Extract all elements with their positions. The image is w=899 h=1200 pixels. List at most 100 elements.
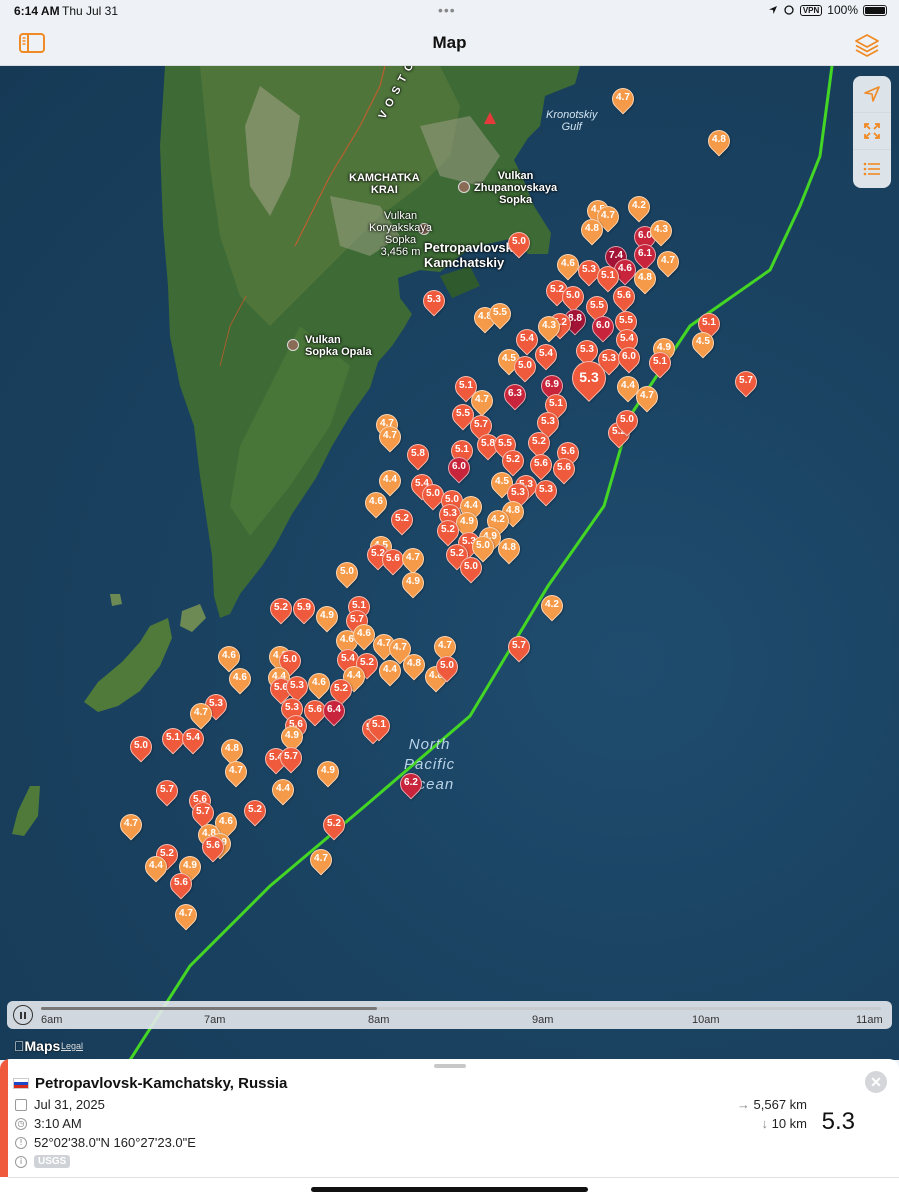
earthquake-marker[interactable]: 4.9 xyxy=(311,601,343,634)
earthquake-marker[interactable]: 5.0 xyxy=(331,557,363,590)
earthquake-marker[interactable]: 5.2 xyxy=(386,504,418,537)
sheet-grabber[interactable] xyxy=(434,1064,466,1068)
earthquake-detail-panel[interactable]: Petropavlovsk-Kamchatsky, Russia Jul 31,… xyxy=(0,1059,899,1200)
marker-magnitude: 5.2 xyxy=(441,524,455,535)
earthquake-marker[interactable]: 4.3 xyxy=(533,311,565,344)
earthquake-marker[interactable]: 5.1 xyxy=(157,723,189,756)
earthquake-marker[interactable]: 4.8 xyxy=(703,125,735,158)
fit-bounds-icon[interactable] xyxy=(853,113,891,150)
earthquake-marker[interactable]: 5.0 xyxy=(611,405,643,438)
marker-magnitude: 4.8 xyxy=(585,223,599,234)
earthquake-marker[interactable]: 4.6 xyxy=(552,249,584,282)
marker-magnitude: 5.1 xyxy=(653,356,667,367)
earthquake-marker[interactable]: 6.0 xyxy=(443,452,475,485)
earthquake-marker[interactable]: 4.7 xyxy=(115,809,147,842)
earthquake-marker[interactable]: 6.2 xyxy=(395,768,427,801)
earthquake-marker[interactable]: 5.2 xyxy=(318,809,350,842)
battery-icon xyxy=(863,4,887,16)
earthquake-marker[interactable]: 4.6 xyxy=(360,487,392,520)
multitasking-dots-icon[interactable]: ••• xyxy=(438,2,456,18)
earthquake-marker[interactable]: 4.2 xyxy=(623,191,655,224)
timeline-track[interactable] xyxy=(41,1007,881,1010)
earthquake-marker[interactable]: 5.3 xyxy=(530,475,562,508)
earthquake-marker[interactable]: 6.0 xyxy=(613,342,645,375)
earthquake-marker[interactable]: 5.3 xyxy=(418,285,450,318)
earthquake-marker[interactable]: 5.8 xyxy=(402,439,434,472)
earthquake-marker[interactable]: 5.9 xyxy=(288,593,320,626)
earthquake-marker[interactable]: 5.7 xyxy=(503,631,535,664)
earthquake-marker[interactable]: 4.6 xyxy=(348,619,380,652)
close-icon[interactable]: ✕ xyxy=(865,1071,887,1093)
marker-magnitude: 4.7 xyxy=(438,640,452,651)
earthquake-marker[interactable]: 4.7 xyxy=(631,381,663,414)
earthquake-marker[interactable]: 4.7 xyxy=(652,246,684,279)
earthquake-marker[interactable]: 5.1 xyxy=(363,710,395,743)
source-row: i USGS xyxy=(15,1155,71,1168)
earthquake-marker[interactable]: 5.1 xyxy=(644,347,676,380)
map-label-kronotskiy: Kronotskiy Gulf xyxy=(546,109,598,133)
pause-button[interactable] xyxy=(13,1005,33,1025)
home-indicator[interactable] xyxy=(311,1187,588,1192)
marker-magnitude: 6.9 xyxy=(545,379,559,390)
marker-magnitude: 5.7 xyxy=(284,751,298,762)
earthquake-marker[interactable]: 5.4 xyxy=(530,339,562,372)
marker-magnitude: 4.7 xyxy=(383,430,397,441)
earthquake-marker[interactable]: 6.4 xyxy=(318,695,350,728)
page-title: Map xyxy=(432,33,467,52)
earthquake-marker[interactable]: 4.7 xyxy=(607,83,639,116)
earthquake-marker[interactable]: 4.6 xyxy=(303,668,335,701)
earthquake-marker[interactable]: 5.2 xyxy=(265,593,297,626)
location-arrow-icon[interactable] xyxy=(853,76,891,113)
selected-earthquake-marker[interactable]: 5.3 xyxy=(564,353,614,403)
earthquake-marker[interactable]: 4.5 xyxy=(687,327,719,360)
earthquake-marker[interactable]: 4.7 xyxy=(305,844,337,877)
earthquake-marker[interactable]: 5.6 xyxy=(197,831,229,864)
earthquake-marker[interactable]: 4.6 xyxy=(224,663,256,696)
earthquake-marker[interactable]: 4.9 xyxy=(397,567,429,600)
earthquake-marker[interactable]: 4.7 xyxy=(220,756,252,789)
earthquake-marker[interactable]: 6.3 xyxy=(499,379,531,412)
location-pin-icon: ! xyxy=(15,1136,27,1149)
earthquake-marker[interactable]: 5.0 xyxy=(455,552,487,585)
marker-magnitude: 5.6 xyxy=(557,462,571,473)
earthquake-marker[interactable]: 5.7 xyxy=(151,775,183,808)
marker-magnitude: 5.7 xyxy=(160,784,174,795)
marker-magnitude: 4.7 xyxy=(194,707,208,718)
earthquake-marker[interactable]: 5.0 xyxy=(431,651,463,684)
status-time: 6:14 AM xyxy=(14,4,60,18)
earthquake-marker[interactable]: 5.0 xyxy=(503,227,535,260)
marker-magnitude: 5.1 xyxy=(601,270,615,281)
apple-maps-logo: Maps xyxy=(14,1038,60,1054)
layers-icon[interactable] xyxy=(853,32,881,57)
marker-magnitude: 5.7 xyxy=(512,640,526,651)
earthquake-marker[interactable]: 5.4 xyxy=(177,723,209,756)
earthquake-marker[interactable]: 4.8 xyxy=(398,649,430,682)
map-view[interactable]: VOSTOK KAMCHATKA KRAI Vulkan Zhupanovska… xyxy=(0,66,899,1060)
earthquake-marker[interactable]: 4.7 xyxy=(170,899,202,932)
earthquake-marker[interactable]: 5.7 xyxy=(275,742,307,775)
earthquake-marker[interactable]: 5.0 xyxy=(509,351,541,384)
list-icon[interactable] xyxy=(853,150,891,187)
earthquake-marker[interactable]: 5.7 xyxy=(730,366,762,399)
earthquake-marker[interactable]: 5.5 xyxy=(484,298,516,331)
earthquake-marker[interactable]: 4.4 xyxy=(140,851,172,884)
earthquake-marker[interactable]: 5.0 xyxy=(125,731,157,764)
earthquake-marker[interactable]: 4.9 xyxy=(312,756,344,789)
legal-link[interactable]: Legal xyxy=(61,1041,83,1051)
marker-magnitude: 4.2 xyxy=(491,514,505,525)
earthquake-marker[interactable]: 4.4 xyxy=(374,655,406,688)
earthquake-marker[interactable]: 5.6 xyxy=(377,544,409,577)
source-badge[interactable]: USGS xyxy=(34,1155,71,1168)
status-indicators: VPN 100% xyxy=(768,3,887,17)
earthquake-marker[interactable]: 5.2 xyxy=(239,795,271,828)
earthquake-marker[interactable]: 4.2 xyxy=(536,590,568,623)
earthquake-marker[interactable]: 4.7 xyxy=(374,421,406,454)
earthquake-magnitude: 5.3 xyxy=(821,1108,855,1135)
earthquake-marker[interactable]: 4.8 xyxy=(629,263,661,296)
earthquake-marker[interactable]: 4.4 xyxy=(267,774,299,807)
timeline-scrubber[interactable]: 6am 7am 8am 9am 10am 11am xyxy=(7,1001,892,1029)
timeline-tick: 9am xyxy=(532,1014,554,1026)
earthquake-marker[interactable]: 5.6 xyxy=(165,868,197,901)
earthquake-marker[interactable]: 4.8 xyxy=(493,533,525,566)
earthquake-marker[interactable]: 4.8 xyxy=(576,214,608,247)
